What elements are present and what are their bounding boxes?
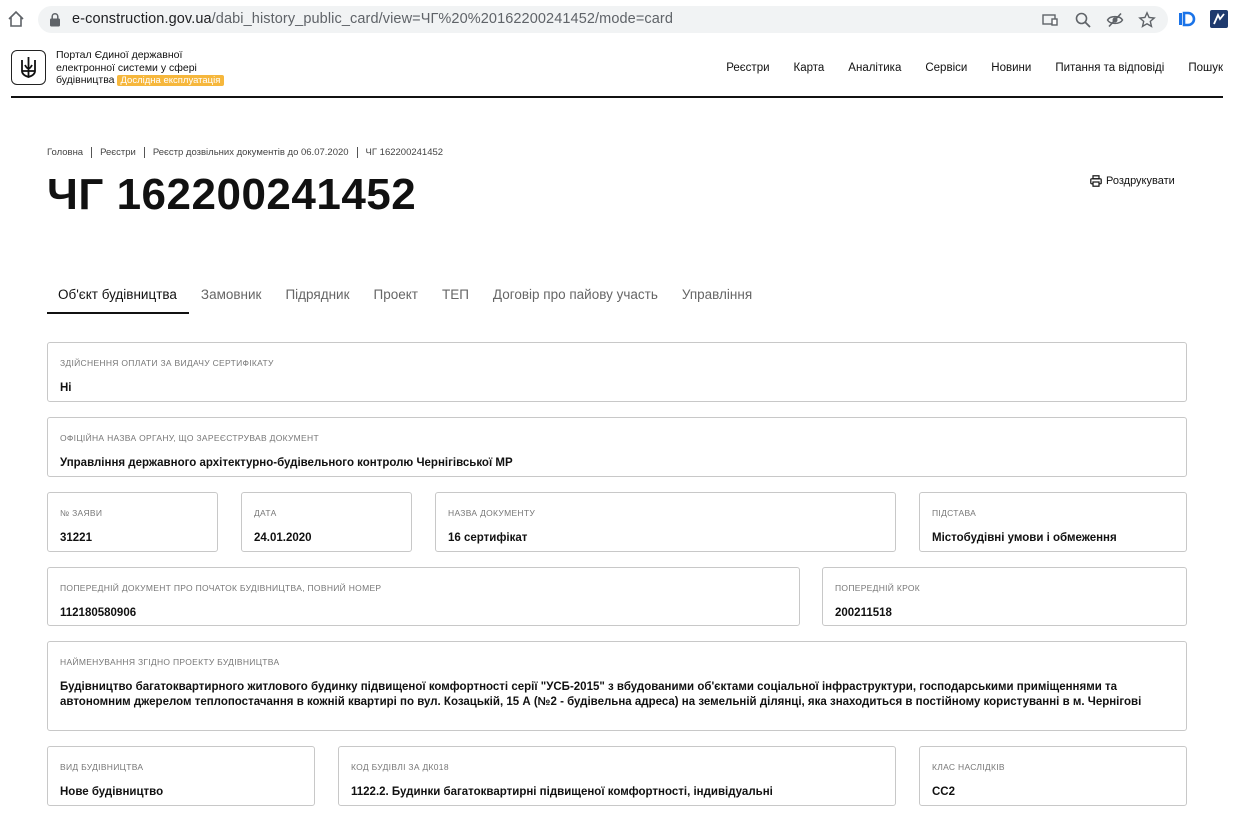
tab-customer[interactable]: Замовник <box>189 287 274 314</box>
field-label: Клас наслідків <box>932 762 1005 772</box>
tab-contractor[interactable]: Підрядник <box>273 287 361 314</box>
field-document-name: Назва документу 16 сертифікат <box>435 492 896 552</box>
coat-of-arms-logo[interactable] <box>11 50 46 85</box>
hide-eye-icon[interactable] <box>1106 11 1124 29</box>
field-value: 24.01.2020 <box>254 532 312 544</box>
field-previous-document: Попередній документ про початок будівниц… <box>47 567 800 626</box>
field-label: Вид будівництва <box>60 762 144 772</box>
field-value: СС2 <box>932 786 956 798</box>
field-project-name: Найменування згідно проекту будівництва … <box>47 641 1187 731</box>
printer-icon <box>1090 175 1102 187</box>
address-bar[interactable]: e-construction.gov.ua/dabi_history_publi… <box>38 6 1168 33</box>
field-label: Дата <box>254 508 277 518</box>
field-value: Будівництво багатоквартирного житлового … <box>60 681 1142 708</box>
breadcrumb-home[interactable]: Головна <box>47 147 83 158</box>
extension-icon[interactable] <box>1209 9 1229 29</box>
id-extension-icon[interactable] <box>1177 9 1197 29</box>
print-label: Роздрукувати <box>1106 175 1175 187</box>
trident-icon <box>21 57 36 78</box>
portal-name-line3: будівництва <box>56 74 115 86</box>
portal-name-line2: електронної системи у сфері <box>56 61 197 74</box>
nav-faq[interactable]: Питання та відповіді <box>1055 62 1164 74</box>
lock-icon[interactable] <box>48 12 62 27</box>
breadcrumb-current: ЧГ 162200241452 <box>365 147 444 158</box>
field-value: Ні <box>60 382 72 394</box>
field-value: 200211518 <box>835 607 892 619</box>
zoom-icon[interactable] <box>1074 11 1092 29</box>
bookmark-star-icon[interactable] <box>1138 11 1156 29</box>
trial-badge: Дослідна експлуатація <box>116 75 225 86</box>
url-text[interactable]: e-construction.gov.ua/dabi_history_publi… <box>72 11 673 27</box>
nav-services[interactable]: Сервіси <box>925 62 967 74</box>
field-label: Офіційна назва органу, що зареєстрував д… <box>60 433 319 443</box>
tab-construction-object[interactable]: Об'єкт будівництва <box>47 287 189 314</box>
url-path: /dabi_history_public_card/view=ЧГ%20%201… <box>211 11 674 27</box>
field-value: Нове будівництво <box>60 786 164 798</box>
main-nav: Реєстри Карта Аналітика Сервіси Новини П… <box>726 62 1223 74</box>
field-consequence-class: Клас наслідків СС2 <box>919 746 1187 806</box>
site-header: Портал Єдиної державної електронної сист… <box>11 46 1223 98</box>
breadcrumb-registries[interactable]: Реєстри <box>100 147 136 158</box>
tab-bar: Об'єкт будівництва Замовник Підрядник Пр… <box>47 287 764 314</box>
browser-toolbar: e-construction.gov.ua/dabi_history_publi… <box>0 0 1242 38</box>
tab-management[interactable]: Управління <box>670 287 764 314</box>
tab-tep[interactable]: ТЕП <box>430 287 481 314</box>
home-icon[interactable] <box>6 9 26 29</box>
cast-icon[interactable] <box>1041 11 1059 29</box>
field-authority: Офіційна назва органу, що зареєстрував д… <box>47 417 1187 477</box>
field-value: 16 сертифікат <box>448 532 528 544</box>
breadcrumb-separator <box>91 147 93 158</box>
field-construction-type: Вид будівництва Нове будівництво <box>47 746 315 806</box>
field-previous-step: Попередній крок 200211518 <box>822 567 1187 626</box>
field-label: № заяви <box>60 508 103 518</box>
field-application-number: № заяви 31221 <box>47 492 218 552</box>
portal-name[interactable]: Портал Єдиної державної електронної сист… <box>56 49 256 87</box>
field-dk018-code: Код будівлі за ДК018 1122.2. Будинки баг… <box>338 746 896 806</box>
field-basis: Підстава Містобудівні умови і обмеження <box>919 492 1187 552</box>
field-value: Управління державного архітектурно-будів… <box>60 457 513 469</box>
field-label: Назва документу <box>448 508 536 518</box>
nav-map[interactable]: Карта <box>794 62 825 74</box>
nav-news[interactable]: Новини <box>991 62 1031 74</box>
field-label: Попередній документ про початок будівниц… <box>60 583 382 593</box>
field-date: Дата 24.01.2020 <box>241 492 412 552</box>
field-label: Підстава <box>932 508 977 518</box>
breadcrumb-registry[interactable]: Реєстр дозвільних документів до 06.07.20… <box>153 147 349 158</box>
field-value: 1122.2. Будинки багатоквартирні підвищен… <box>351 786 773 798</box>
tab-equity-agreement[interactable]: Договір про пайову участь <box>481 287 670 314</box>
breadcrumb: Головна Реєстри Реєстр дозвільних докуме… <box>47 147 443 158</box>
print-button[interactable]: Роздрукувати <box>1090 175 1175 187</box>
breadcrumb-separator <box>143 147 145 158</box>
field-value: 112180580906 <box>60 607 137 619</box>
page-title: ЧГ 162200241452 <box>47 170 417 219</box>
field-label: Здійснення оплати за видачу сертифікату <box>60 358 274 368</box>
field-label: Попередній крок <box>835 583 921 593</box>
nav-analytics[interactable]: Аналітика <box>848 62 901 74</box>
field-payment: Здійснення оплати за видачу сертифікату … <box>47 342 1187 402</box>
portal-name-line1: Портал Єдиної державної <box>56 49 183 61</box>
field-label: Код будівлі за ДК018 <box>351 762 449 772</box>
nav-registries[interactable]: Реєстри <box>726 62 769 74</box>
field-label: Найменування згідно проекту будівництва <box>60 657 280 667</box>
nav-search[interactable]: Пошук <box>1188 62 1223 74</box>
breadcrumb-separator <box>356 147 358 158</box>
field-value: Містобудівні умови і обмеження <box>932 532 1117 544</box>
tab-project[interactable]: Проект <box>361 287 429 314</box>
url-host: e-construction.gov.ua <box>72 11 212 27</box>
field-value: 31221 <box>60 532 92 544</box>
